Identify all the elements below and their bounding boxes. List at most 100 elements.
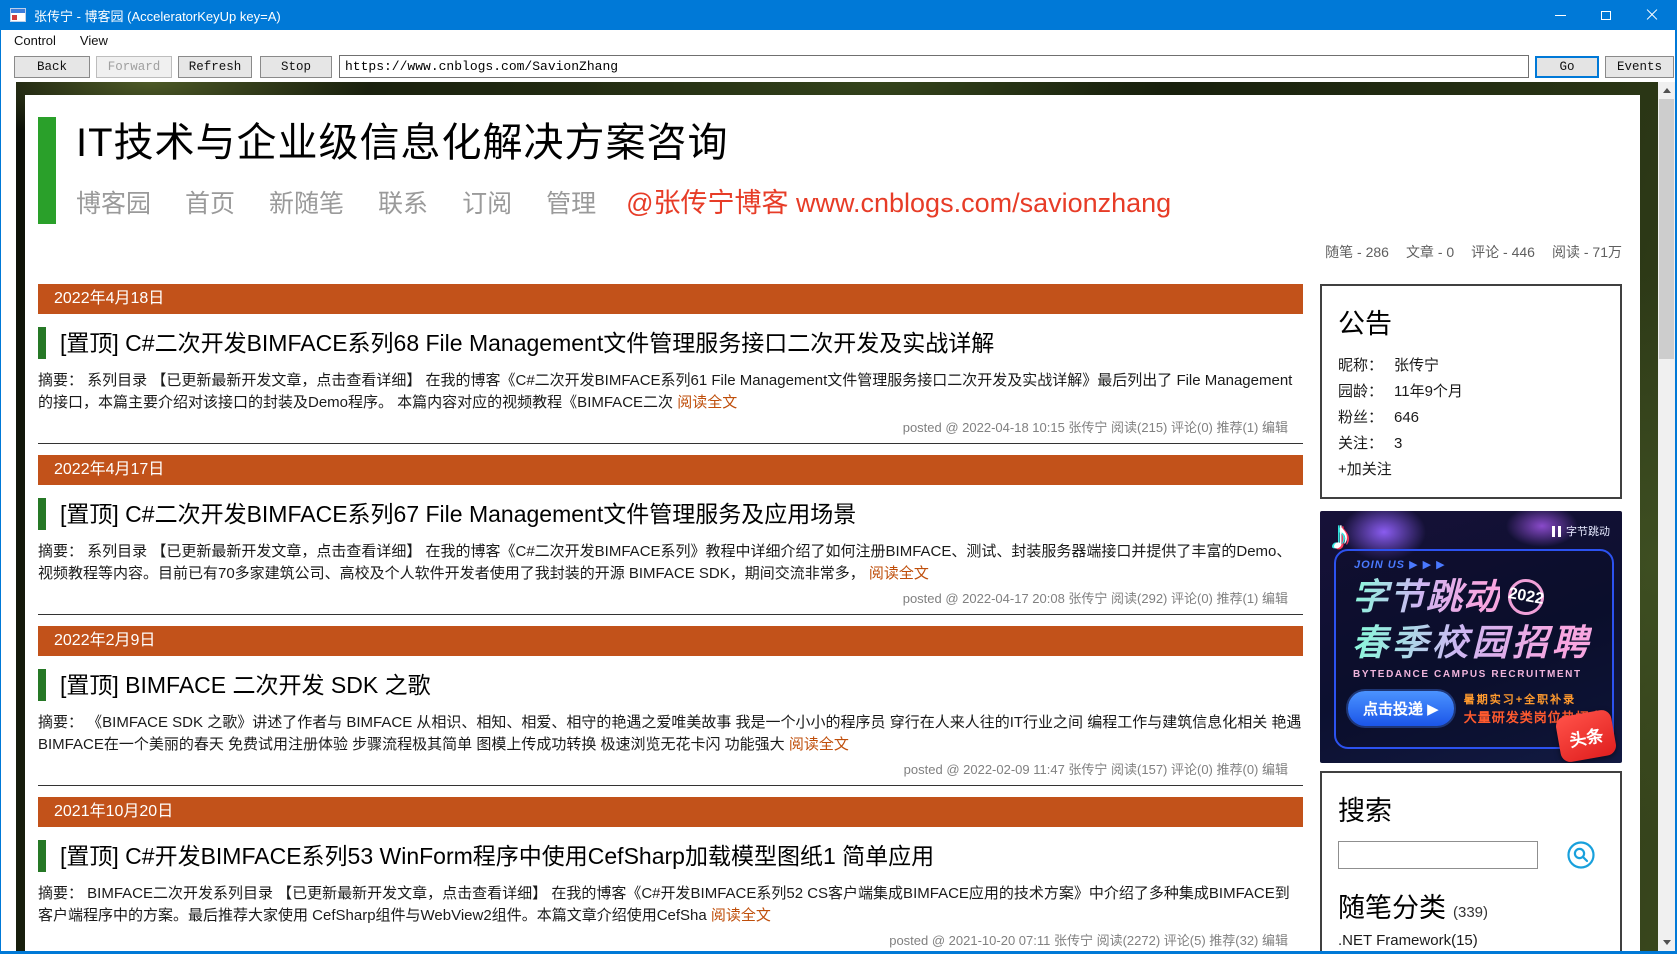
category-header: 随笔分类 (339) <box>1338 886 1604 925</box>
back-button[interactable]: Back <box>14 55 90 78</box>
post-summary: 摘要： BIMFACE二次开发系列目录 【已更新最新开发文章，点击查看详细】 在… <box>38 883 1303 926</box>
post-meta: posted @ 2022-02-09 11:47 张传宁 阅读(157) 评论… <box>903 762 1288 777</box>
read-more-link[interactable]: 阅读全文 <box>789 736 849 753</box>
announcement-list: 昵称： 张传宁 园龄： 11年9个月 粉丝： 646 关注： 3 <box>1338 353 1604 457</box>
post-entry: 2022年2月9日 [置顶] BIMFACE 二次开发 SDK 之歌 摘要： 《… <box>38 626 1303 786</box>
stat-item: 阅读 - 71万 <box>1551 244 1622 260</box>
post-summary-text: 摘要： 系列目录 【已更新最新开发文章，点击查看详细】 在我的博客《C#二次开发… <box>38 543 1292 582</box>
search-input[interactable] <box>1338 841 1538 869</box>
title-bar: 张传宁 - 博客园 (AcceleratorKeyUp key=A) <box>1 0 1675 30</box>
ad-banner[interactable]: ♪ 字节跳动 JOIN US ▶ ▶ ▶ 字节跳动 2022 春季校园招聘 BY… <box>1320 511 1622 763</box>
toutiao-badge: 头条 <box>1554 708 1618 763</box>
ad-cta-button[interactable]: 点击投递 ▶ <box>1348 691 1454 726</box>
announcement-label: 园龄： <box>1338 383 1384 400</box>
nav-link[interactable]: 管理 <box>546 184 596 224</box>
bytedance-logo-text: 字节跳动 <box>1566 526 1610 538</box>
announcement-item: 关注： 3 <box>1338 431 1604 457</box>
post-title-link[interactable]: [置顶] C#二次开发BIMFACE系列67 File Management文件… <box>38 498 1303 530</box>
announcement-item: 园龄： 11年9个月 <box>1338 379 1604 405</box>
forward-button: Forward <box>96 55 172 78</box>
post-summary-text: 摘要： 系列目录 【已更新最新开发文章，点击查看详细】 在我的博客《C#二次开发… <box>38 372 1293 411</box>
category-count: (339) <box>1453 904 1489 921</box>
window-controls <box>1537 0 1675 30</box>
announcement-label: 关注： <box>1338 435 1384 452</box>
minimize-button[interactable] <box>1537 0 1583 30</box>
go-button[interactable]: Go <box>1535 55 1599 78</box>
minimize-icon <box>1554 14 1566 16</box>
nav-link[interactable]: 联系 <box>378 184 428 224</box>
announcement-item: 粉丝： 646 <box>1338 405 1604 431</box>
ad-title-row: 字节跳动 2022 <box>1352 575 1547 619</box>
category-item[interactable]: .NET Framework(15) <box>1338 929 1604 951</box>
category-title: 随笔分类 <box>1338 893 1446 923</box>
post-title-link[interactable]: [置顶] C#开发BIMFACE系列53 WinForm程序中使用CefShar… <box>38 840 1303 872</box>
post-divider <box>38 614 1303 615</box>
post-title-link[interactable]: [置顶] BIMFACE 二次开发 SDK 之歌 <box>38 669 1303 701</box>
maximize-button[interactable] <box>1583 0 1629 30</box>
post-divider <box>38 443 1303 444</box>
nav-link[interactable]: 订阅 <box>462 184 512 224</box>
stat-item: 文章 - 0 <box>1405 244 1455 260</box>
browser-toolbar: Back Forward Refresh Stop Go Events <box>2 51 1675 82</box>
post-entry: 2022年4月18日 [置顶] C#二次开发BIMFACE系列68 File M… <box>38 284 1303 444</box>
post-divider <box>38 785 1303 786</box>
post-entry: 2022年4月17日 [置顶] C#二次开发BIMFACE系列67 File M… <box>38 455 1303 615</box>
ad-subtitle-en: BYTEDANCE CAMPUS RECRUITMENT <box>1353 669 1582 680</box>
stat-item: 评论 - 446 <box>1471 244 1535 260</box>
search-icon[interactable] <box>1566 840 1596 870</box>
announcement-title: 公告 <box>1338 309 1392 339</box>
post-meta: posted @ 2022-04-17 20:08 张传宁 阅读(292) 评论… <box>902 591 1288 606</box>
events-button[interactable]: Events <box>1605 55 1674 78</box>
url-input[interactable] <box>339 55 1529 78</box>
ad-join-text: JOIN US ▶ ▶ ▶ <box>1354 559 1446 571</box>
search-panel: 搜索 随笔分类 (339) .NET Framework(15) <box>1320 771 1622 951</box>
announcement-value: 646 <box>1394 409 1420 426</box>
close-button[interactable] <box>1629 0 1675 30</box>
sidebar: 公告 昵称： 张传宁 园龄： 11年9个月 粉丝： 646 关注： 3 +加关注… <box>1320 284 1622 951</box>
search-title: 搜索 <box>1338 796 1392 826</box>
menu-item-view[interactable]: View <box>68 30 120 51</box>
post-entry: 2021年10月20日 [置顶] C#开发BIMFACE系列53 WinForm… <box>38 797 1303 951</box>
blog-stats: 随笔 - 286 文章 - 0 评论 - 446 阅读 - 71万 <box>38 242 1622 260</box>
maximize-icon <box>1601 10 1611 20</box>
post-meta: posted @ 2021-10-20 07:11 张传宁 阅读(2272) 评… <box>889 933 1288 948</box>
refresh-button[interactable]: Refresh <box>178 55 252 78</box>
announcement-item: 昵称： 张传宁 <box>1338 353 1604 379</box>
content-columns: 2022年4月18日 [置顶] C#二次开发BIMFACE系列68 File M… <box>38 284 1622 951</box>
stop-button[interactable]: Stop <box>260 55 332 78</box>
menu-item-control[interactable]: Control <box>2 30 68 51</box>
announcement-value: 3 <box>1394 435 1403 452</box>
announcement-label: 粉丝： <box>1338 409 1384 426</box>
ad-title-line1: 字节跳动 <box>1352 576 1501 617</box>
post-summary: 摘要： 系列目录 【已更新最新开发文章，点击查看详细】 在我的博客《C#二次开发… <box>38 370 1303 413</box>
post-title-link[interactable]: [置顶] C#二次开发BIMFACE系列68 File Management文件… <box>38 327 1303 359</box>
nav-link[interactable]: 博客园 <box>76 184 151 224</box>
browser-viewport: IT技术与企业级信息化解决方案咨询 博客园 首页 新随笔 联系 订阅 管理 @张传宁博客 … <box>16 82 1675 951</box>
nav-link[interactable]: 首页 <box>185 184 235 224</box>
ad-promo-line1: 暑期实习+全职补录 <box>1463 694 1577 706</box>
bytedance-logo-icon <box>1552 525 1561 537</box>
post-summary-text: 摘要： 《BIMFACE SDK 之歌》讲述了作者与 BIMFACE 从相识、相… <box>38 714 1302 753</box>
scroll-up-icon[interactable] <box>1658 82 1675 99</box>
scroll-thumb[interactable] <box>1659 99 1674 359</box>
stat-item: 随笔 - 286 <box>1325 244 1389 260</box>
blog-page: IT技术与企业级信息化解决方案咨询 博客园 首页 新随笔 联系 订阅 管理 @张传宁博客 … <box>25 95 1640 951</box>
nav-link[interactable]: 新随笔 <box>269 184 344 224</box>
post-date-header: 2022年4月17日 <box>38 455 1303 485</box>
post-date-header: 2021年10月20日 <box>38 797 1303 827</box>
post-list: 2022年4月18日 [置顶] C#二次开发BIMFACE系列68 File M… <box>38 284 1303 951</box>
blog-header: IT技术与企业级信息化解决方案咨询 博客园 首页 新随笔 联系 订阅 管理 @张传宁博客 … <box>38 117 1622 224</box>
scrollbar[interactable] <box>1658 82 1675 951</box>
read-more-link[interactable]: 阅读全文 <box>869 565 929 582</box>
post-summary: 摘要： 系列目录 【已更新最新开发文章，点击查看详细】 在我的博客《C#二次开发… <box>38 541 1303 584</box>
read-more-link[interactable]: 阅读全文 <box>711 907 771 924</box>
scroll-down-icon[interactable] <box>1658 934 1675 951</box>
blog-nav: 博客园 首页 新随笔 联系 订阅 管理 <box>76 184 596 224</box>
blog-title[interactable]: IT技术与企业级信息化解决方案咨询 <box>76 117 1622 169</box>
watermark-text: @张传宁博客 www.cnblogs.com/savionzhang <box>626 188 1172 218</box>
follow-link[interactable]: +加关注 <box>1338 457 1604 483</box>
read-more-link[interactable]: 阅读全文 <box>677 394 737 411</box>
post-date-header: 2022年4月18日 <box>38 284 1303 314</box>
post-meta: posted @ 2022-04-18 10:15 张传宁 阅读(215) 评论… <box>902 420 1288 435</box>
window-title: 张传宁 - 博客园 (AcceleratorKeyUp key=A) <box>34 8 281 24</box>
